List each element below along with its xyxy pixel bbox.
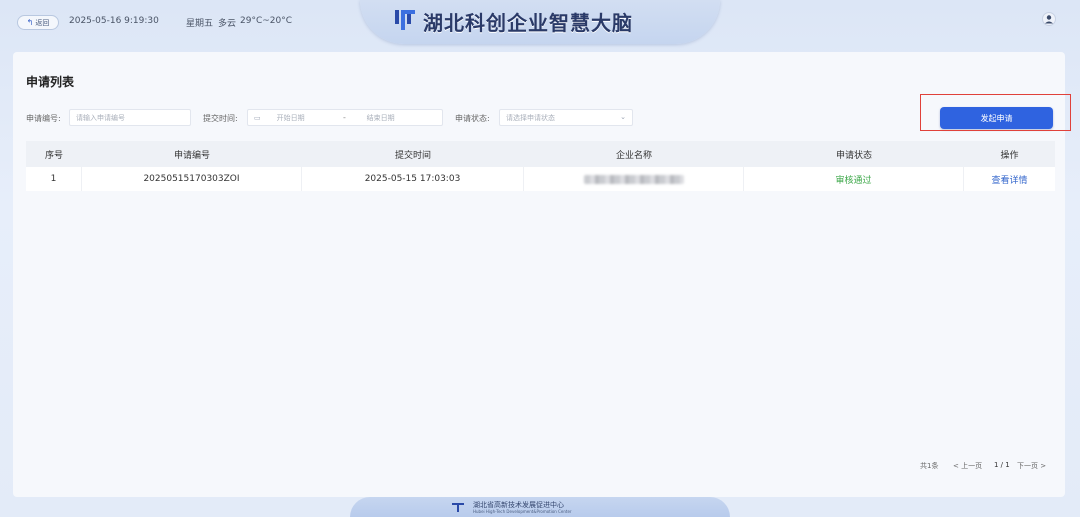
col-header-submit-time: 提交时间: [394, 150, 431, 161]
status-placeholder: 请选择申请状态: [506, 113, 555, 122]
highlight-annotation: [920, 94, 1071, 131]
col-header-action: 操作: [1000, 150, 1019, 161]
table-row: 1 20250515170303ZOI 2025-05-15 17:03:03 …: [26, 167, 1055, 191]
back-button[interactable]: ↰ 返回: [17, 15, 59, 30]
chevron-down-icon: ⌄: [620, 113, 626, 121]
view-details-link[interactable]: 查看详情: [964, 167, 1055, 191]
col-header-status: 申请状态: [835, 150, 872, 161]
temperature: 29°C~20°C: [240, 16, 293, 26]
status-label: 申请状态:: [455, 114, 490, 123]
user-icon[interactable]: [1042, 12, 1056, 26]
back-button-label: 返回: [35, 18, 50, 27]
calendar-icon: ▭: [254, 113, 261, 122]
submit-time-label: 提交时间:: [203, 114, 238, 123]
cell-status: 审核通过: [744, 167, 964, 191]
application-table: 序号 申请编号 提交时间 企业名称 申请状态 操作 1 202505151703…: [26, 141, 1055, 191]
app-no-input[interactable]: 请输入申请编号: [69, 109, 191, 126]
end-date-placeholder: 结束日期: [366, 113, 395, 122]
pagination-prev-button[interactable]: < 上一页: [953, 461, 982, 471]
pagination-total: 共1条: [920, 462, 939, 470]
weather: 多云: [218, 19, 237, 29]
start-date-placeholder: 开始日期: [276, 113, 305, 122]
app-no-label: 申请编号:: [26, 114, 61, 123]
page-title: 申请列表: [26, 75, 75, 89]
pagination-next-button[interactable]: 下一页 >: [1017, 461, 1046, 471]
cell-index: 1: [26, 167, 82, 191]
col-header-company: 企业名称: [615, 150, 652, 161]
back-arrow-icon: ↰: [26, 18, 34, 27]
app-no-placeholder: 请输入申请编号: [76, 113, 125, 122]
cell-company: [524, 167, 744, 191]
brand-logo-icon: [395, 10, 415, 30]
col-header-app-no: 申请编号: [173, 150, 210, 161]
status-select[interactable]: 请选择申请状态 ⌄: [499, 109, 633, 126]
table-header: 序号 申请编号 提交时间 企业名称 申请状态 操作: [26, 141, 1055, 167]
pagination-current: 1 / 1: [994, 461, 1010, 469]
app-title: 湖北科创企业智慧大脑: [423, 11, 633, 35]
date-separator: -: [343, 113, 346, 122]
main-panel: 申请列表 申请编号: 请输入申请编号 提交时间: ▭ 开始日期 结束日期 - 申…: [13, 52, 1065, 497]
footer-org-name-en: Hubei High-Tech Development&Promotion Ce…: [473, 509, 572, 514]
weekday: 星期五: [186, 19, 214, 29]
col-header-index: 序号: [44, 150, 63, 161]
cell-submit-time: 2025-05-15 17:03:03: [302, 167, 524, 191]
top-header: ↰ 返回 2025-05-16 9:19:30 星期五 多云 29°C~20°C…: [0, 0, 1080, 50]
current-datetime: 2025-05-16 9:19:30: [69, 16, 159, 26]
redacted-company-name: [583, 174, 684, 184]
footer-logo-icon: [452, 503, 464, 512]
cell-app-no: 20250515170303ZOI: [82, 167, 302, 191]
